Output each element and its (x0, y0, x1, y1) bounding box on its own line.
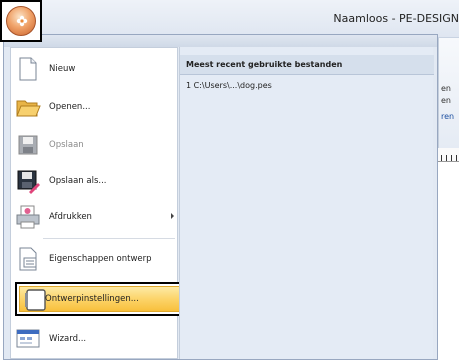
menu-item-label: Openen... (49, 102, 91, 112)
menu-item-label: Eigenschappen ontwerp (49, 254, 152, 264)
menu-item-label: Nieuw (49, 64, 76, 74)
design-workspace[interactable] (438, 148, 459, 360)
menu-divider (43, 238, 175, 239)
recent-files-pane: Meest recent gebruikte bestanden 1 C:\Us… (179, 47, 434, 359)
menu-item-wizard[interactable]: Wizard... (11, 322, 177, 356)
menu-item-afdrukken[interactable]: Afdrukken (11, 200, 177, 234)
ribbon-text: ren (441, 112, 455, 121)
menu-item-label: Ontwerpinstellingen... (45, 294, 139, 304)
menu-item-eigenschappen-ontwerp[interactable]: Eigenschappen ontwerp (11, 242, 177, 276)
submenu-arrow-icon (171, 213, 174, 219)
print-icon (16, 205, 40, 229)
ribbon-text: en (441, 84, 451, 93)
recent-file-item[interactable]: 1 C:\Users\...\dog.pes (186, 81, 272, 90)
recent-files-header: Meest recent gebruikte bestanden (180, 55, 434, 75)
menu-item-label: Wizard... (49, 334, 87, 344)
save-icon (18, 135, 38, 155)
design-properties-icon (19, 247, 37, 271)
new-document-icon (19, 57, 37, 81)
menu-item-opslaan-als[interactable]: Opslaan als... (11, 164, 177, 198)
wizard-icon (16, 329, 40, 348)
menu-item-nieuw[interactable]: Nieuw (11, 52, 177, 86)
menu-item-ontwerpinstellingen[interactable]: Ontwerpinstellingen... (15, 282, 191, 316)
ruler (438, 148, 459, 162)
menu-item-label: Opslaan (49, 140, 84, 150)
menu-commands: Nieuw Openen... Opslaan Opslaan als... A… (10, 47, 191, 359)
open-folder-icon (16, 100, 41, 117)
save-as-icon (17, 170, 40, 194)
application-menu: Nieuw Openen... Opslaan Opslaan als... A… (3, 34, 438, 360)
ribbon-fragment: en en ren (438, 38, 459, 148)
window-title: Naamloos - PE-DESIGN (333, 12, 459, 25)
menu-item-label: Opslaan als... (49, 176, 107, 186)
menu-item-openen[interactable]: Openen... (11, 90, 177, 124)
ribbon-text: en (441, 96, 451, 105)
menu-item-label: Afdrukken (49, 212, 92, 222)
menu-item-opslaan[interactable]: Opslaan (11, 128, 177, 162)
menu-header (4, 35, 437, 47)
application-menu-button[interactable] (0, 0, 42, 42)
title-bar: Naamloos - PE-DESIGN (0, 0, 459, 38)
app-orb-icon (6, 6, 36, 36)
